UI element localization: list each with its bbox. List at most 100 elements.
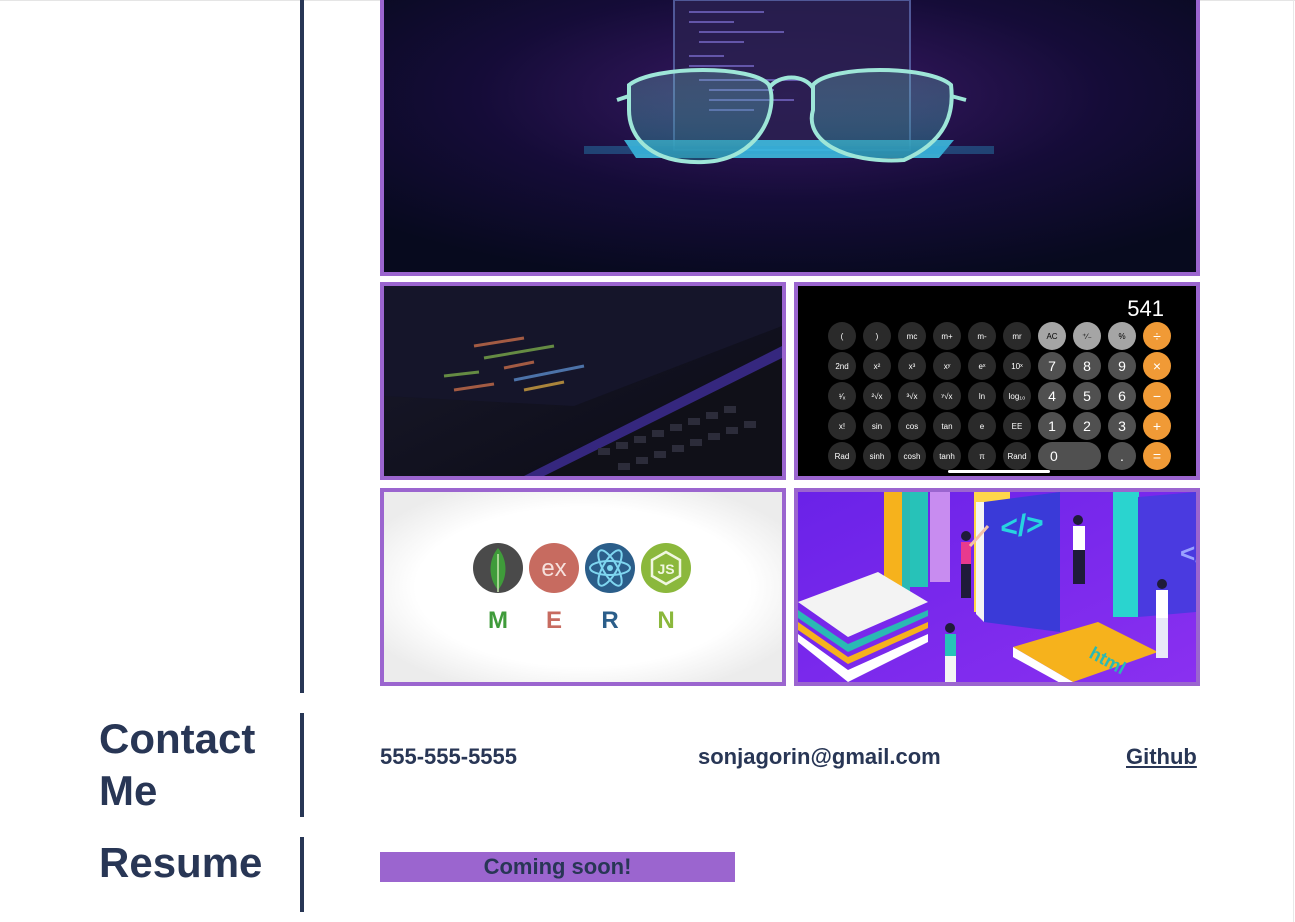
svg-text:mr: mr xyxy=(1012,332,1022,341)
svg-text:e: e xyxy=(980,422,985,431)
calculator-key: AC xyxy=(1038,322,1066,350)
contact-section-title: Contact Me xyxy=(99,715,256,814)
calculator-key: % xyxy=(1108,322,1136,350)
glasses-laptop-image xyxy=(384,0,1196,272)
mern-image: ex JS M E R N xyxy=(384,492,782,682)
project-tile-glasses[interactable] xyxy=(380,0,1200,276)
svg-text:.: . xyxy=(1120,448,1124,464)
svg-text:tanh: tanh xyxy=(939,452,955,461)
mern-letter-n: N xyxy=(657,607,674,634)
calculator-key: 3 xyxy=(1108,412,1136,440)
calculator-key: mr xyxy=(1003,322,1031,350)
calculator-key: Rand xyxy=(1003,442,1031,470)
svg-text:sinh: sinh xyxy=(870,452,885,461)
calculator-key: . xyxy=(1108,442,1136,470)
calculator-key: ³√x xyxy=(898,382,926,410)
svg-text:×: × xyxy=(1153,358,1161,374)
contact-section-bar xyxy=(300,713,304,817)
home-indicator xyxy=(948,470,1050,473)
calculator-key: Rad xyxy=(828,442,856,470)
mern-letter-r: R xyxy=(601,607,618,634)
calculator-key: x² xyxy=(863,352,891,380)
calculator-key: sin xyxy=(863,412,891,440)
resume-coming-soon-badge: Coming soon! xyxy=(380,852,735,882)
svg-text:³√x: ³√x xyxy=(906,392,917,401)
calculator-key: ⁺∕₋ xyxy=(1073,322,1101,350)
project-tile-coding-books[interactable]: </> </ html xyxy=(794,488,1200,686)
calculator-key: xʸ xyxy=(933,352,961,380)
mongodb-icon xyxy=(473,543,523,593)
svg-text:Rad: Rad xyxy=(835,452,850,461)
calculator-key: e xyxy=(968,412,996,440)
svg-text:): ) xyxy=(876,332,879,341)
svg-text:2nd: 2nd xyxy=(835,362,848,371)
nodejs-icon: JS xyxy=(641,543,691,593)
svg-text:=: = xyxy=(1153,448,1161,464)
calculator-key: 8 xyxy=(1073,352,1101,380)
calculator-key: 2 xyxy=(1073,412,1101,440)
mern-letter-m: M xyxy=(488,607,508,634)
resume-section-bar xyxy=(300,837,304,912)
svg-text:6: 6 xyxy=(1118,388,1126,404)
svg-text:3: 3 xyxy=(1118,418,1126,434)
calculator-key: ( xyxy=(828,322,856,350)
calculator-key: − xyxy=(1143,382,1171,410)
svg-text:tan: tan xyxy=(941,422,952,431)
calculator-key: + xyxy=(1143,412,1171,440)
calculator-key: EE xyxy=(1003,412,1031,440)
project-tile-mern[interactable]: ex JS M E R N xyxy=(380,488,786,686)
calculator-key: x! xyxy=(828,412,856,440)
calculator-key: 7 xyxy=(1038,352,1066,380)
resume-section-title: Resume xyxy=(99,839,263,886)
calculator-key: 2nd xyxy=(828,352,856,380)
calculator-key: 4 xyxy=(1038,382,1066,410)
svg-text:EE: EE xyxy=(1012,422,1023,431)
calculator-key: tan xyxy=(933,412,961,440)
svg-text:JS: JS xyxy=(657,561,674,577)
calculator-key: tanh xyxy=(933,442,961,470)
react-icon xyxy=(585,543,635,593)
svg-text:8: 8 xyxy=(1083,358,1091,374)
calculator-key: ln xyxy=(968,382,996,410)
calculator-key: ¹⁄ₓ xyxy=(828,382,856,410)
express-icon: ex xyxy=(529,543,579,593)
phone-number: 555-555-5555 xyxy=(380,744,518,769)
svg-text:</: </ xyxy=(1180,538,1196,568)
svg-text:÷: ÷ xyxy=(1153,328,1161,344)
svg-text:2: 2 xyxy=(1083,418,1091,434)
svg-text:x³: x³ xyxy=(909,362,916,371)
svg-text:cos: cos xyxy=(906,422,918,431)
email-address: sonjagorin@gmail.com xyxy=(698,744,941,769)
svg-text:ʸ√x: ʸ√x xyxy=(941,392,953,401)
svg-text:1: 1 xyxy=(1048,418,1056,434)
calculator-display: 541 xyxy=(1127,296,1164,321)
scrollbar-track xyxy=(1293,0,1294,922)
svg-text:Rand: Rand xyxy=(1007,452,1026,461)
svg-text:AC: AC xyxy=(1046,332,1057,341)
project-tile-laptop-code[interactable] xyxy=(380,282,786,480)
calculator-key: π xyxy=(968,442,996,470)
calculator-key: m- xyxy=(968,322,996,350)
svg-text:²√x: ²√x xyxy=(871,392,882,401)
calculator-key: cos xyxy=(898,412,926,440)
laptop-code-image xyxy=(384,286,782,476)
code-tag-label: </> xyxy=(1000,507,1043,546)
calculator-key: 9 xyxy=(1108,352,1136,380)
calculator-key: 6 xyxy=(1108,382,1136,410)
svg-text:x²: x² xyxy=(874,362,881,371)
github-link[interactable]: Github xyxy=(1126,744,1197,769)
svg-text:%: % xyxy=(1118,332,1125,341)
svg-text:⁺∕₋: ⁺∕₋ xyxy=(1082,332,1092,341)
calculator-key: ʸ√x xyxy=(933,382,961,410)
svg-text:sin: sin xyxy=(872,422,882,431)
calculator-key: cosh xyxy=(898,442,926,470)
svg-text:m-: m- xyxy=(977,332,987,341)
calculator-key: × xyxy=(1143,352,1171,380)
svg-text:−: − xyxy=(1153,388,1161,404)
svg-text:mc: mc xyxy=(907,332,918,341)
svg-text:5: 5 xyxy=(1083,388,1091,404)
calculator-key: ²√x xyxy=(863,382,891,410)
project-tile-calculator[interactable]: 541 () mc m+ m-mr AC ⁺∕₋% ÷ 2nd x² x³ xʸ eˣ 10ˣ 7 8 9 × ¹… xyxy=(794,282,1200,480)
calculator-key: m+ xyxy=(933,322,961,350)
svg-text:m+: m+ xyxy=(941,332,953,341)
